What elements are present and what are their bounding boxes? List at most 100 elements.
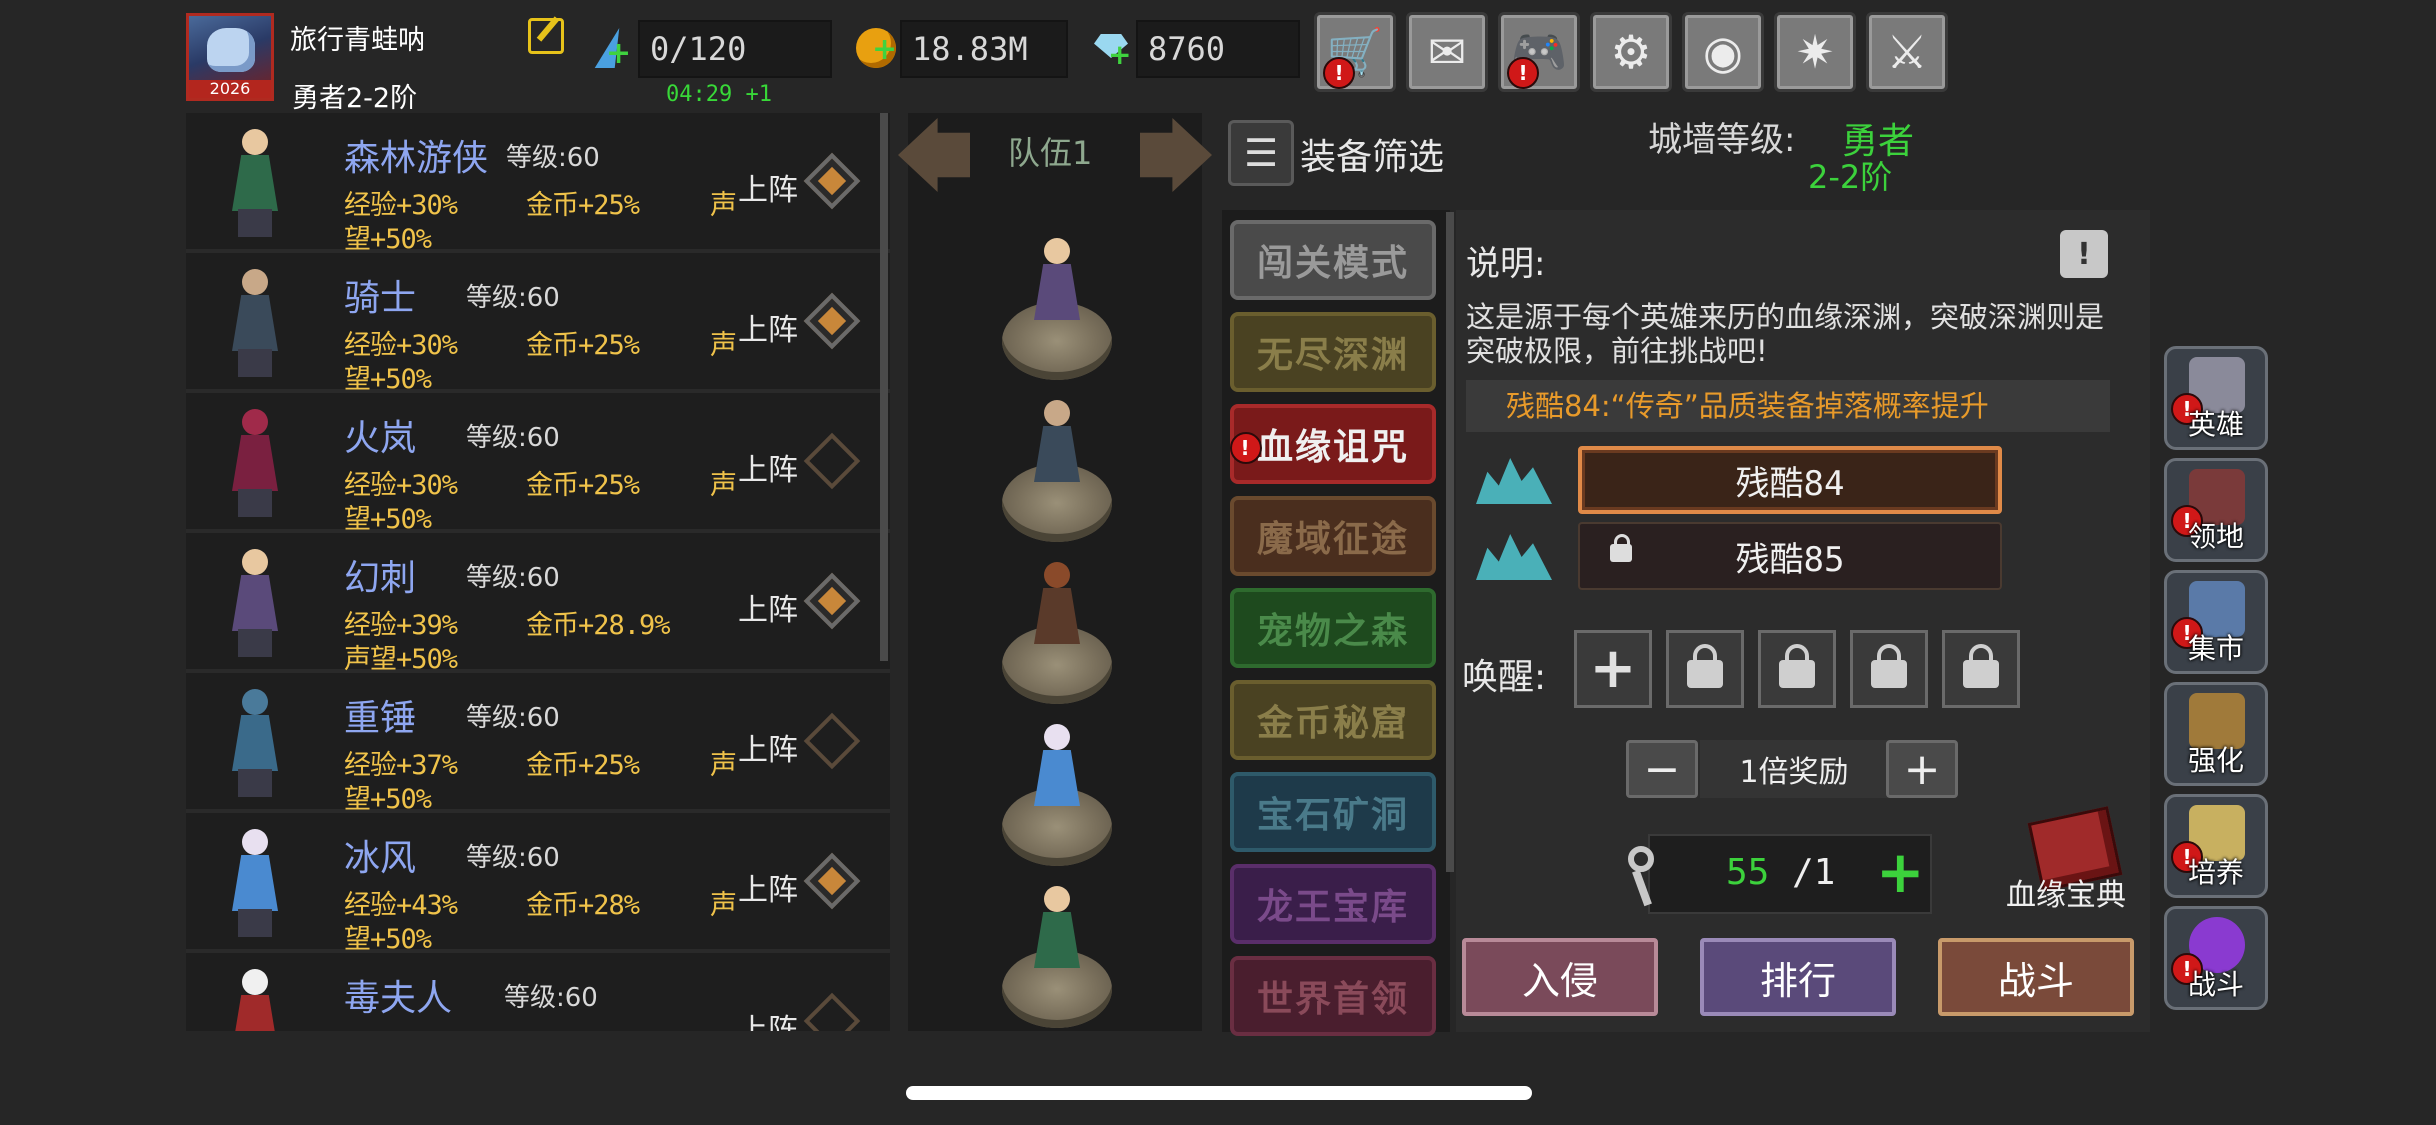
sidebar-portal[interactable]: ! 战斗 bbox=[2164, 906, 2268, 1010]
hero-level: 等级:60 bbox=[466, 703, 560, 733]
sidebar-market[interactable]: ! 集市 bbox=[2164, 570, 2268, 674]
equip-diamond-icon[interactable] bbox=[803, 712, 861, 770]
team-hero-sprite[interactable] bbox=[1024, 880, 1090, 976]
equip-diamond-icon[interactable] bbox=[803, 992, 861, 1031]
stage-button[interactable]: 残酷84 bbox=[1578, 446, 2002, 514]
hero-list-scrollbar[interactable] bbox=[880, 113, 888, 661]
hero-row[interactable]: 毒夫人 等级:60 上阵 bbox=[186, 953, 890, 1031]
awaken-slot[interactable] bbox=[1850, 630, 1928, 708]
equipment-filter-label[interactable]: 装备筛选 bbox=[1300, 128, 1444, 180]
hero-fame-bonus: 望+50% bbox=[344, 364, 432, 395]
sprite-head bbox=[1044, 400, 1070, 426]
hero-name: 火岚 bbox=[344, 418, 417, 459]
sidebar-label: 培养 bbox=[2187, 856, 2244, 889]
deploy-button[interactable]: 上阵 bbox=[738, 1005, 798, 1031]
awaken-slot[interactable] bbox=[1666, 630, 1744, 708]
gold-add-icon[interactable] bbox=[856, 28, 897, 68]
home-indicator[interactable] bbox=[906, 1086, 1532, 1100]
mode-label: 闯关模式 bbox=[1256, 243, 1409, 284]
multiplier-increase-button[interactable]: + bbox=[1886, 740, 1958, 798]
mode-0[interactable]: 闯关模式 bbox=[1230, 220, 1436, 300]
sprite-head bbox=[1044, 724, 1070, 750]
sprite-body bbox=[232, 435, 278, 491]
wall-rank-tier: 2-2阶 bbox=[1808, 158, 1893, 196]
cart-button[interactable]: 🛒! bbox=[1314, 12, 1396, 92]
stage-button[interactable]: 残酷85 bbox=[1578, 522, 2002, 590]
fireworks-button[interactable]: ✷ bbox=[1774, 12, 1856, 92]
hero-row[interactable]: 重锤 等级:60 经验+37% 金币+25% 声望+50% 上阵 bbox=[186, 673, 890, 815]
mode-4[interactable]: 宠物之森 bbox=[1230, 588, 1436, 668]
sprite-head bbox=[242, 549, 268, 575]
avatar-year-badge: 2026 bbox=[189, 80, 271, 98]
hero-list[interactable]: 森林游侠 等级:60 经验+30% 金币+25% 声望+50% 上阵 骑士 等级:60 经验+3… bbox=[186, 113, 890, 1031]
equip-diamond-icon[interactable] bbox=[803, 292, 861, 350]
gem-add-icon[interactable] bbox=[1090, 28, 1131, 71]
edit-name-icon[interactable] bbox=[528, 18, 564, 54]
gamepad-button[interactable]: 🎮! bbox=[1498, 12, 1580, 92]
sidebar-label: 集市 bbox=[2187, 632, 2244, 665]
awaken-slot[interactable] bbox=[1758, 630, 1836, 708]
energy-add-icon[interactable] bbox=[592, 28, 632, 71]
hero-level: 等级:60 bbox=[506, 143, 600, 173]
action-button-2[interactable]: 战斗 bbox=[1938, 938, 2134, 1016]
sidebar-enhance-crystal[interactable]: 强化 bbox=[2164, 682, 2268, 786]
action-button-1[interactable]: 排行 bbox=[1700, 938, 1896, 1016]
team-hero-sprite[interactable] bbox=[1024, 232, 1090, 328]
mode-2[interactable]: 血缘诅咒! bbox=[1230, 404, 1436, 484]
crossed-swords-button[interactable]: ⚔ bbox=[1866, 12, 1948, 92]
deploy-button[interactable]: 上阵 bbox=[738, 445, 798, 489]
mode-5[interactable]: 金币秘窟 bbox=[1230, 680, 1436, 760]
multiplier-decrease-button[interactable]: − bbox=[1626, 740, 1698, 798]
hero-row[interactable]: 冰风 等级:60 经验+43% 金币+28% 声望+50% 上阵 bbox=[186, 813, 890, 955]
deploy-button[interactable]: 上阵 bbox=[738, 305, 798, 349]
deploy-button[interactable]: 上阵 bbox=[738, 165, 798, 209]
team-hero-sprite[interactable] bbox=[1024, 394, 1090, 490]
team-hero-sprite[interactable] bbox=[1024, 556, 1090, 652]
add-tickets-button[interactable]: + bbox=[1876, 838, 1925, 906]
sprite-body bbox=[1034, 426, 1080, 482]
bloodline-codex-label[interactable]: 血缘宝典 bbox=[2006, 870, 2126, 914]
hero-sprite bbox=[208, 823, 308, 939]
mode-6[interactable]: 宝石矿洞 bbox=[1230, 772, 1436, 852]
sidebar-castle[interactable]: ! 领地 bbox=[2164, 458, 2268, 562]
hero-sprite bbox=[208, 683, 308, 799]
equip-diamond-icon[interactable] bbox=[803, 852, 861, 910]
mail-button[interactable]: ✉ bbox=[1406, 12, 1488, 92]
hero-name: 骑士 bbox=[344, 278, 417, 319]
awaken-slot[interactable] bbox=[1942, 630, 2020, 708]
sidebar-helmet[interactable]: ! 英雄 bbox=[2164, 346, 2268, 450]
help-button[interactable]: ! bbox=[2060, 230, 2108, 278]
mode-list-scrollbar[interactable] bbox=[1446, 212, 1454, 872]
deploy-button[interactable]: 上阵 bbox=[738, 725, 798, 769]
mode-8[interactable]: 世界首领 bbox=[1230, 956, 1436, 1036]
player-avatar[interactable]: 2026 bbox=[186, 13, 274, 101]
avatar-portrait bbox=[207, 28, 255, 72]
filter-menu-button[interactable]: ☰ bbox=[1228, 120, 1294, 186]
team-hero-sprite[interactable] bbox=[1024, 718, 1090, 814]
mode-label: 龙王宝库 bbox=[1256, 887, 1409, 928]
deploy-button[interactable]: 上阵 bbox=[738, 865, 798, 909]
hero-name: 森林游侠 bbox=[344, 138, 489, 179]
hero-row[interactable]: 幻刺 等级:60 经验+39% 金币+28.9% 声望+50% 上阵 bbox=[186, 533, 890, 675]
equip-diamond-icon[interactable] bbox=[803, 572, 861, 630]
hero-row[interactable]: 森林游侠 等级:60 经验+30% 金币+25% 声望+50% 上阵 bbox=[186, 113, 890, 255]
sidebar-chalice[interactable]: ! 培养 bbox=[2164, 794, 2268, 898]
mode-label: 世界首领 bbox=[1256, 979, 1409, 1020]
hero-name: 冰风 bbox=[344, 838, 417, 879]
equip-diamond-icon[interactable] bbox=[803, 432, 861, 490]
sprite-body bbox=[232, 855, 278, 911]
equip-diamond-icon[interactable] bbox=[803, 152, 861, 210]
gear-button[interactable]: ⚙ bbox=[1590, 12, 1672, 92]
mode-3[interactable]: 魔域征途 bbox=[1230, 496, 1436, 576]
game-mode-list[interactable]: 闯关模式无尽深渊血缘诅咒! 魔域征途宠物之森金币秘窟宝石矿洞龙王宝库世界首领 bbox=[1222, 210, 1450, 1036]
hero-row[interactable]: 骑士 等级:60 经验+30% 金币+25% 声望+50% 上阵 bbox=[186, 253, 890, 395]
action-label: 战斗 bbox=[1997, 958, 2074, 1003]
mode-7[interactable]: 龙王宝库 bbox=[1230, 864, 1436, 944]
deploy-button[interactable]: 上阵 bbox=[738, 585, 798, 629]
awaken-slot[interactable]: + bbox=[1574, 630, 1652, 708]
action-button-0[interactable]: 入侵 bbox=[1462, 938, 1658, 1016]
sprite-legs bbox=[238, 769, 272, 797]
hero-row[interactable]: 火岚 等级:60 经验+30% 金币+25% 声望+50% 上阵 bbox=[186, 393, 890, 535]
color-wheel-button[interactable]: ◉ bbox=[1682, 12, 1764, 92]
mode-1[interactable]: 无尽深渊 bbox=[1230, 312, 1436, 392]
